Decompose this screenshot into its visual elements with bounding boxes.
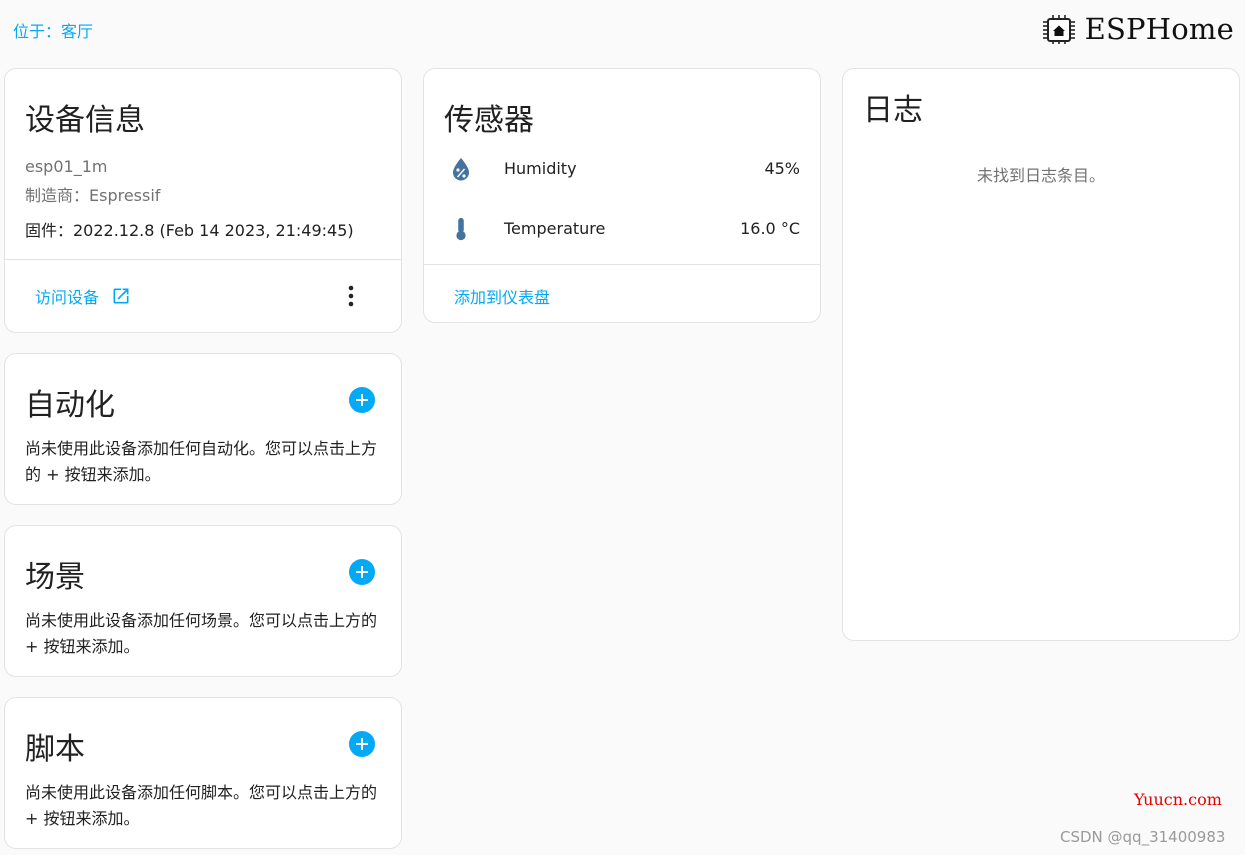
script-card: 脚本 尚未使用此设备添加任何脚本。您可以点击上方的 + 按钮来添加。 <box>4 697 402 849</box>
device-firmware: 固件：2022.12.8 (Feb 14 2023, 21:49:45) <box>25 221 354 240</box>
card-divider <box>424 264 820 265</box>
card-divider <box>5 259 401 260</box>
scene-card: 场景 尚未使用此设备添加任何场景。您可以点击上方的 + 按钮来添加。 <box>4 525 402 677</box>
more-vert-icon <box>348 285 354 307</box>
visit-device-link[interactable]: 访问设备 <box>35 284 131 308</box>
sensor-value: 16.0 °C <box>740 219 800 238</box>
add-to-dashboard-link[interactable]: 添加到仪表盘 <box>454 284 550 308</box>
automation-empty-text: 尚未使用此设备添加任何自动化。您可以点击上方的 + 按钮来添加。 <box>25 439 378 484</box>
logbook-empty-text: 未找到日志条目。 <box>976 166 1105 185</box>
logbook-title: 日志 <box>863 93 923 128</box>
top-bar: 位于：客厅 ESPHome <box>0 0 1245 58</box>
script-title: 脚本 <box>25 732 85 767</box>
sensor-name: Humidity <box>504 159 577 178</box>
scene-title: 场景 <box>25 560 85 595</box>
device-name: esp01_1m <box>25 157 108 176</box>
script-empty-text: 尚未使用此设备添加任何脚本。您可以点击上方的 + 按钮来添加。 <box>25 783 378 828</box>
chip-home-icon <box>1042 15 1075 44</box>
add-automation-button[interactable] <box>349 387 375 413</box>
sensor-row-humidity[interactable]: Humidity 45% <box>424 149 820 189</box>
scene-empty-text: 尚未使用此设备添加任何场景。您可以点击上方的 + 按钮来添加。 <box>25 611 378 656</box>
plus-icon <box>356 566 368 578</box>
watermark-author: CSDN @qq_31400983 <box>1060 828 1226 846</box>
open-in-new-icon <box>113 288 129 304</box>
watermark-site: Yuucn.com <box>1134 790 1222 809</box>
plus-icon <box>356 738 368 750</box>
sensor-value: 45% <box>764 159 800 178</box>
logbook-card: 日志 未找到日志条目。 <box>842 68 1240 641</box>
add-script-button[interactable] <box>349 731 375 757</box>
more-options-button[interactable] <box>339 281 363 309</box>
automation-title: 自动化 <box>25 388 115 423</box>
sensor-row-temperature[interactable]: Temperature 16.0 °C <box>424 209 820 249</box>
automation-card: 自动化 尚未使用此设备添加任何自动化。您可以点击上方的 + 按钮来添加。 <box>4 353 402 505</box>
add-scene-button[interactable] <box>349 559 375 585</box>
sensor-name: Temperature <box>504 219 606 238</box>
location-breadcrumb[interactable]: 位于：客厅 <box>13 18 93 42</box>
sensors-card: 传感器 Humidity 45% Temperature 16.0 °C 添加到… <box>423 68 821 323</box>
water-percent-icon <box>453 158 469 181</box>
logo-text: ESPHome <box>1084 12 1234 46</box>
thermometer-icon <box>456 217 466 241</box>
device-info-card: 设备信息 esp01_1m 制造商：Espressif 固件：2022.12.8… <box>4 68 402 333</box>
device-info-title: 设备信息 <box>25 103 145 138</box>
esphome-logo: ESPHome <box>1039 9 1234 49</box>
sensors-title: 传感器 <box>444 103 534 138</box>
device-manufacturer: 制造商：Espressif <box>25 186 161 205</box>
visit-device-label: 访问设备 <box>35 288 100 307</box>
plus-icon <box>356 394 368 406</box>
